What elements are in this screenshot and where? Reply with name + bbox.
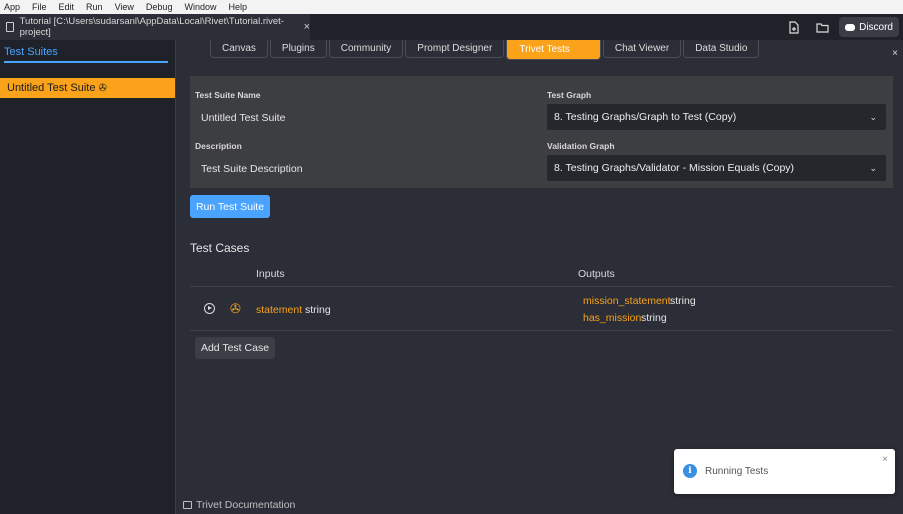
running-tests-toast: i Running Tests × <box>674 449 895 494</box>
input-type: string <box>305 304 331 316</box>
menu-file[interactable]: File <box>32 2 47 12</box>
play-icon[interactable] <box>204 303 215 314</box>
add-test-case-button[interactable]: Add Test Case <box>195 337 275 359</box>
close-toast-icon[interactable]: × <box>882 454 888 465</box>
suite-settings-panel: Test Suite Name Untitled Test Suite Desc… <box>190 76 893 188</box>
test-graph-label: Test Graph <box>547 90 592 100</box>
trivet-documentation-link[interactable]: Trivet Documentation <box>183 499 295 511</box>
menu-window[interactable]: Window <box>184 2 216 12</box>
sidebar-header: Test Suites <box>0 40 175 66</box>
discord-label: Discord <box>859 21 893 33</box>
close-project-tab-icon[interactable]: × <box>304 21 310 33</box>
book-icon <box>183 501 192 509</box>
suite-name-input[interactable]: Untitled Test Suite <box>201 112 285 124</box>
run-test-suite-button[interactable]: Run Test Suite <box>190 195 270 218</box>
document-icon <box>6 22 14 32</box>
tab-canvas[interactable]: Canvas <box>210 40 268 58</box>
validation-graph-value: 8. Testing Graphs/Validator - Mission Eq… <box>554 162 795 174</box>
menu-help[interactable]: Help <box>228 2 247 12</box>
sidebar-tab-test-suites[interactable]: Test Suites <box>4 46 168 63</box>
menu-debug[interactable]: Debug <box>146 2 173 12</box>
project-tab-title: Tutorial [C:\Users\sudarsanl\AppData\Loc… <box>19 16 284 38</box>
menu-edit[interactable]: Edit <box>59 2 75 12</box>
test-graph-value: 8. Testing Graphs/Graph to Test (Copy) <box>554 111 737 123</box>
header-divider <box>190 286 893 287</box>
toast-message: Running Tests <box>705 466 769 477</box>
test-graph-select[interactable]: 8. Testing Graphs/Graph to Test (Copy) ⌄ <box>547 104 886 130</box>
main-tabs: Canvas Plugins Community Prompt Designer… <box>210 40 761 60</box>
close-panel-icon[interactable]: × <box>892 48 898 59</box>
output-name: mission_statement <box>583 295 671 307</box>
validation-graph-label: Validation Graph <box>547 141 615 151</box>
outputs-column-header: Outputs <box>578 268 615 280</box>
suite-name-label: Test Suite Name <box>195 90 261 100</box>
chevron-down-icon: ⌄ <box>869 163 877 173</box>
menu-run[interactable]: Run <box>86 2 103 12</box>
pin-icon: ✇ <box>98 82 107 94</box>
discord-icon <box>845 23 856 31</box>
test-suites-sidebar: Test Suites Untitled Test Suite ✇ <box>0 40 176 514</box>
input-name: statement <box>256 304 303 316</box>
title-bar: Tutorial [C:\Users\sudarsanl\AppData\Loc… <box>0 14 903 40</box>
description-input[interactable]: Test Suite Description <box>201 163 303 175</box>
info-icon: i <box>683 464 697 478</box>
suite-item-label: Untitled Test Suite <box>7 82 96 94</box>
suite-item[interactable]: Untitled Test Suite ✇ <box>0 78 175 98</box>
row-divider <box>190 330 893 331</box>
tab-prompt-designer[interactable]: Prompt Designer <box>405 40 505 58</box>
validation-graph-select[interactable]: 8. Testing Graphs/Validator - Mission Eq… <box>547 155 886 181</box>
tab-chat-viewer[interactable]: Chat Viewer <box>602 40 682 58</box>
tab-community[interactable]: Community <box>328 40 404 58</box>
folder-icon[interactable] <box>811 17 833 37</box>
chevron-down-icon: ⌄ <box>869 112 877 122</box>
output-name: has_mission <box>583 312 642 324</box>
tab-plugins[interactable]: Plugins <box>269 40 327 58</box>
inputs-column-header: Inputs <box>256 268 285 280</box>
project-tab[interactable]: Tutorial [C:\Users\sudarsanl\AppData\Loc… <box>0 14 310 40</box>
new-file-icon[interactable] <box>783 17 805 37</box>
discord-button[interactable]: Discord <box>839 17 899 37</box>
output-type: string <box>670 295 696 307</box>
menu-view[interactable]: View <box>115 2 134 12</box>
menu-app[interactable]: App <box>4 2 20 12</box>
test-cases-title: Test Cases <box>190 241 250 255</box>
description-label: Description <box>195 141 242 151</box>
pin-icon[interactable]: ✇ <box>230 301 241 317</box>
menu-bar: App File Edit Run View Debug Window Help <box>0 0 903 14</box>
docs-link-label: Trivet Documentation <box>196 499 296 511</box>
output-type: string <box>641 312 667 324</box>
tab-trivet-tests[interactable]: Trivet Tests <box>506 40 601 60</box>
tab-data-studio[interactable]: Data Studio <box>683 40 760 58</box>
